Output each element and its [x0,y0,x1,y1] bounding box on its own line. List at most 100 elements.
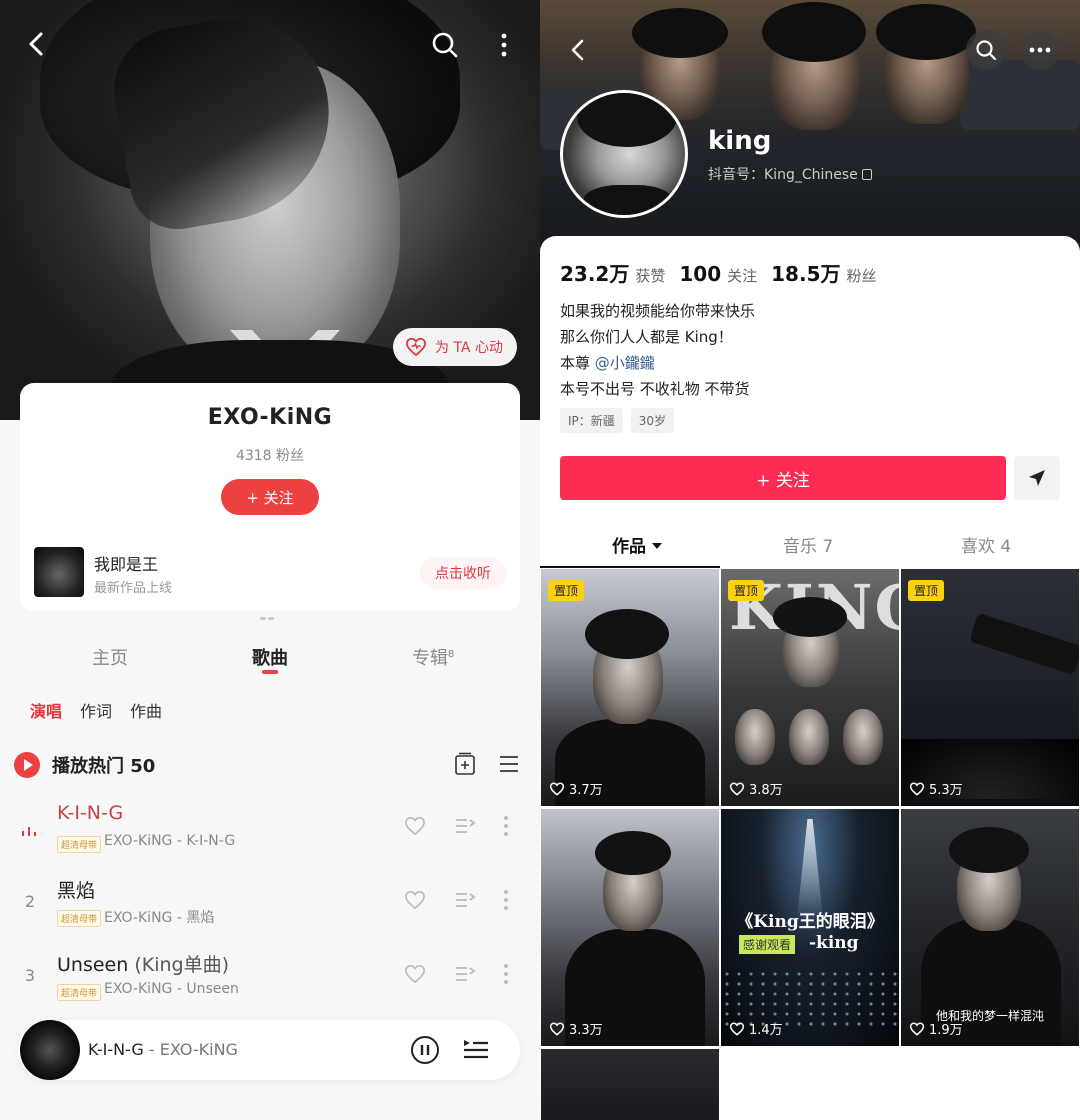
video-thumbnail[interactable]: 他和我的梦一样混沌 1.9万 [901,809,1079,1046]
tab-home[interactable]: 主页 [92,644,128,670]
tab-liked[interactable]: 喜欢 4 [961,532,1011,557]
following-stat[interactable]: 100 关注 [679,262,757,286]
play-all-icon[interactable] [14,752,40,778]
add-to-playlist-icon[interactable] [454,752,476,776]
video-sticker-text: 感谢观看 [739,935,796,954]
video-thumbnail[interactable]: 《King王的眼泪》 感谢观看 -king 1.4万 [721,809,899,1046]
heart-pill-label: 为 TA 心动 [435,340,503,356]
pause-icon[interactable] [410,1035,440,1065]
video-signature-text: -king [809,933,859,953]
video-thumbnail[interactable]: 3.3万 [541,809,719,1046]
profile-stats: 23.2万 获赞 100 关注 18.5万 粉丝 [560,258,877,286]
profile-id: 抖音号：King_Chinese [708,164,872,184]
profile-avatar[interactable] [560,90,688,218]
mini-player[interactable]: K-I-N-G - EXO-KiNG [18,1020,520,1080]
play-hot-row: 播放热门 50 [14,748,524,782]
copy-icon[interactable] [861,169,872,180]
album-count: 8 [448,649,455,660]
playlist-icon[interactable] [462,1036,490,1064]
latest-release-title: 我即是王 [94,555,159,574]
video-thumbnail[interactable]: 置顶 5.3万 [901,569,1079,806]
message-button[interactable] [1014,456,1060,500]
queue-next-icon[interactable] [454,964,476,984]
active-tab-indicator [262,670,278,674]
latest-release-cover [34,547,84,597]
send-icon [1029,470,1045,486]
multi-select-icon[interactable] [498,754,520,774]
music-artist-page: 为 TA 心动 EXO-KiNG 4318 粉丝 + 关注 我即是王 最新作品上… [0,0,540,1120]
tab-songs[interactable]: 歌曲 [252,644,288,670]
follow-artist-button[interactable]: + 关注 [221,479,319,515]
song-more-icon[interactable] [500,962,512,986]
video-title-text: 《King王的眼泪》 [736,912,884,932]
filter-compose[interactable]: 作曲 [130,698,162,722]
listen-now-button[interactable]: 点击收听 [420,557,506,589]
song-role-filters: 演唱 作词 作曲 [30,698,162,722]
active-tab-indicator [540,566,720,568]
heart-icon [909,782,925,796]
search-icon[interactable] [966,30,1006,70]
more-vertical-icon[interactable] [490,28,518,62]
song-row[interactable]: 3 Unseen (King单曲) 超清母带 EXO-KiNG - Unseen [0,946,540,1006]
tab-albums[interactable]: 专辑8 [412,644,454,670]
heart-icon [729,782,745,796]
likes-stat[interactable]: 23.2万 获赞 [560,258,665,287]
video-thumbnail[interactable] [541,1049,719,1120]
song-title: K-I-N-G [57,802,124,824]
queue-next-icon[interactable] [454,890,476,910]
song-number: 3 [24,966,36,985]
artist-fan-count: 4318 粉丝 [235,448,305,464]
mention-link[interactable]: @小鑨鑨 [595,354,655,372]
filter-lyrics[interactable]: 作词 [80,698,112,722]
followers-stat[interactable]: 18.5万 粉丝 [771,258,876,287]
pinned-badge: 置顶 [728,580,765,601]
video-thumbnail[interactable]: KING 置顶 3.8万 [721,569,899,806]
tab-music[interactable]: 音乐 7 [783,532,833,557]
like-heart-icon[interactable] [404,816,426,836]
queue-next-icon[interactable] [454,816,476,836]
back-icon[interactable] [564,36,592,64]
heart-icon [549,782,565,796]
search-icon[interactable] [428,28,462,62]
video-likes: 3.8万 [729,779,783,798]
now-playing-artist: EXO-KiNG [159,1040,238,1059]
profile-tabs: 作品 音乐 7 喜欢 4 [540,530,1080,568]
video-likes: 5.3万 [909,779,963,798]
song-number: 2 [24,892,36,911]
latest-release-row[interactable]: 我即是王 最新作品上线 点击收听 [34,547,506,599]
song-row[interactable]: K-I-N-G 超清母带 EXO-KiNG - K-I-N-G [0,798,540,858]
song-title: 黑焰 [57,880,96,902]
follow-button[interactable]: + 关注 [560,456,1006,500]
heart-for-artist-button[interactable]: 为 TA 心动 [393,328,517,366]
song-more-icon[interactable] [500,814,512,838]
heart-icon [549,1022,565,1036]
profile-tags: IP：新疆 30岁 [560,408,675,433]
artist-name: EXO-KiNG [207,405,333,430]
profile-bio: 如果我的视频能给你带来快乐 那么你们人人都是 King！ 本尊 @小鑨鑨 本号不… [560,302,756,398]
like-heart-icon[interactable] [404,890,426,910]
now-playing-equalizer-icon [22,824,38,836]
play-hot-label[interactable]: 播放热门 50 [52,752,155,778]
screenshot: 为 TA 心动 EXO-KiNG 4318 粉丝 + 关注 我即是王 最新作品上… [0,0,1080,1120]
filter-sing[interactable]: 演唱 [30,698,62,722]
heart-icon [729,1022,745,1036]
quality-badge: 超清母带 [57,984,102,1001]
pinned-badge: 置顶 [548,580,585,601]
like-heart-icon[interactable] [404,964,426,984]
song-meta: EXO-KiNG - K-I-N-G [104,833,236,849]
artist-tabs: 主页 歌曲 专辑8 [0,640,540,680]
more-horizontal-icon[interactable] [1020,30,1060,70]
pinned-badge: 置顶 [908,580,945,601]
back-icon[interactable] [20,28,52,60]
video-thumbnail[interactable]: 置顶 3.7万 [541,569,719,806]
video-likes: 1.4万 [729,1019,783,1038]
tab-works[interactable]: 作品 [612,532,662,557]
song-row[interactable]: 2 黑焰 超清母带 EXO-KiNG - 黑焰 [0,872,540,932]
video-profile-page: king 抖音号：King_Chinese 23.2万 获赞 100 关注 18.5… [540,0,1080,1120]
song-more-icon[interactable] [500,888,512,912]
now-playing-title: K-I-N-G - EXO-KiNG [88,1040,238,1059]
now-playing-cover[interactable] [20,1020,80,1080]
heart-outline-icon [405,337,427,357]
song-meta: EXO-KiNG - Unseen [104,981,239,997]
profile-nickname: king [708,126,772,156]
